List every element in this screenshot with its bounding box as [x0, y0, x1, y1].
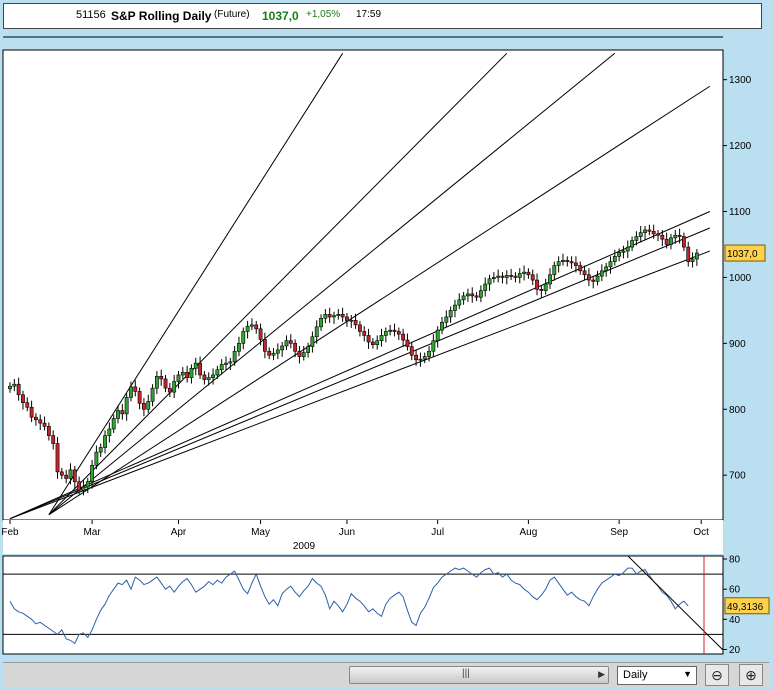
chart-window: 51156 S&P Rolling Daily (Future) 1037,0 …	[0, 0, 774, 689]
y-tick-label: 900	[729, 339, 746, 350]
indicator-tick-label: 60	[729, 585, 741, 596]
y-tick-label: 1200	[729, 141, 752, 152]
x-tick-label: Oct	[693, 527, 709, 538]
indicator-tick-label: 80	[729, 555, 741, 566]
y-tick-label: 800	[729, 405, 746, 416]
horizontal-scrollbar[interactable]: ||| ▶	[349, 666, 609, 684]
year-label: 2009	[293, 541, 316, 552]
period-select[interactable]: Daily ▼	[617, 666, 697, 685]
indicator-tick-label: 40	[729, 615, 741, 626]
chevron-down-icon[interactable]: ▼	[683, 669, 692, 679]
scroll-grip-icon[interactable]: |||	[462, 668, 470, 679]
y-tick-label: 700	[729, 471, 746, 482]
bottom-toolbar: ||| ▶ Daily ▼ ⊖ ⊕	[3, 662, 769, 687]
zoom-out-icon: ⊖	[711, 667, 723, 683]
x-tick-label: Mar	[83, 527, 101, 538]
x-tick-label: Jul	[431, 527, 444, 538]
y-tick-label: 1100	[729, 207, 751, 218]
x-tick-label: Apr	[171, 527, 187, 538]
indicator-tick-label: 20	[729, 645, 741, 656]
x-tick-label: Sep	[610, 527, 628, 538]
zoom-in-icon: ⊕	[745, 667, 757, 683]
zoom-in-button[interactable]: ⊕	[739, 664, 763, 686]
x-tick-label: Jun	[339, 527, 355, 538]
scroll-right-icon[interactable]: ▶	[598, 669, 605, 680]
x-tick-label: May	[251, 527, 270, 538]
x-tick-label: Aug	[520, 527, 538, 538]
zoom-out-button[interactable]: ⊖	[705, 664, 729, 686]
price-chart[interactable]: 700 800 900 1000 1100 1200 1300 1037,0 Feb Mar Ap…	[0, 0, 774, 662]
last-value-label: 1037,0	[727, 249, 758, 260]
y-tick-label: 1300	[729, 75, 752, 86]
indicator-last-value: 49,3136	[727, 602, 764, 613]
x-tick-label: Feb	[1, 527, 19, 538]
y-tick-label: 1000	[729, 273, 752, 284]
period-select-label: Daily	[623, 669, 648, 681]
